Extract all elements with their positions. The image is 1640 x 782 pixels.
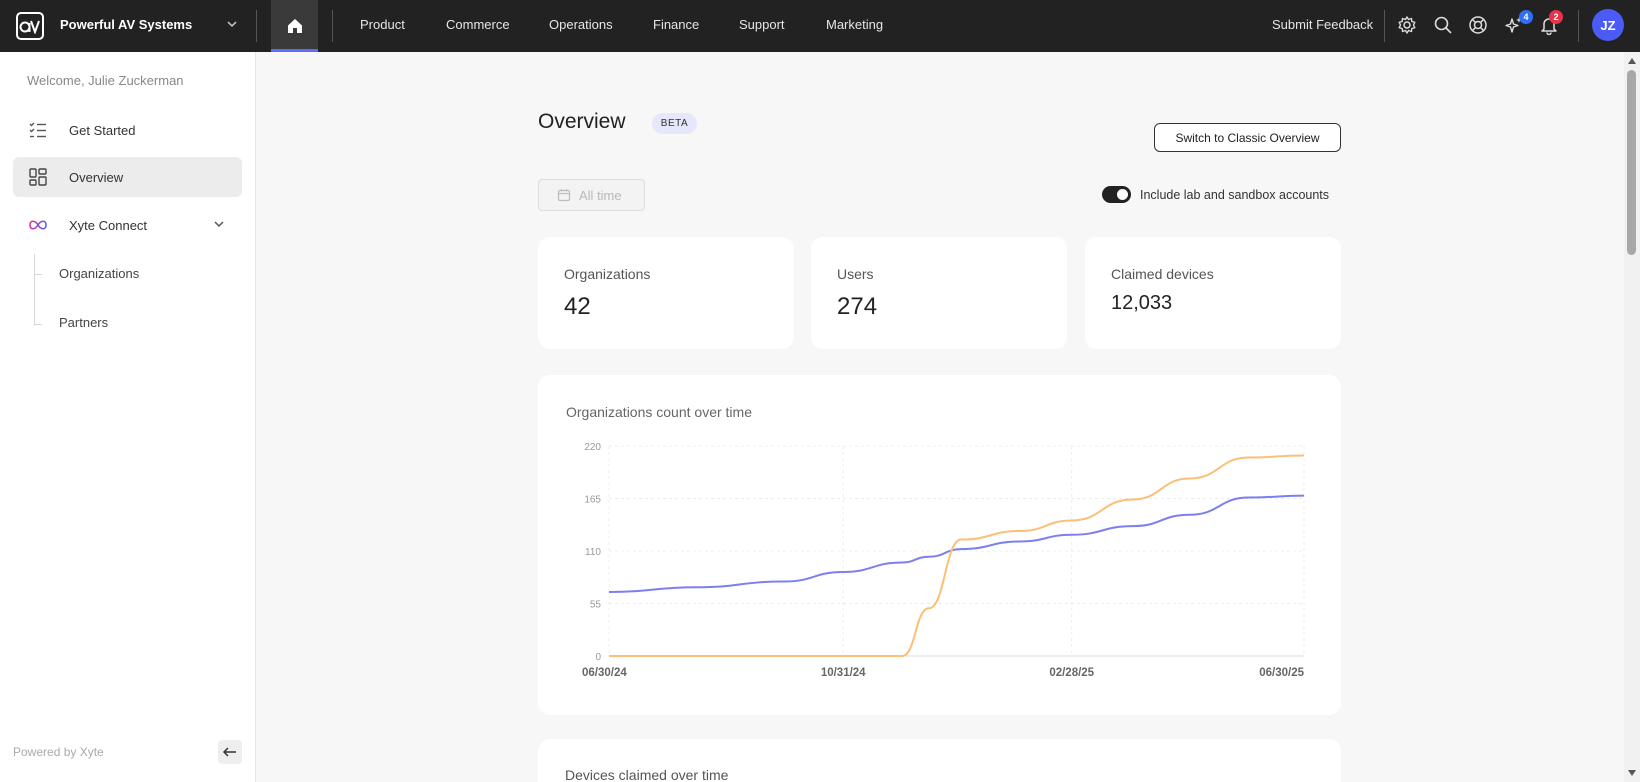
scroll-up-arrow[interactable] (1628, 58, 1636, 64)
y-tick-label: 220 (584, 442, 601, 453)
nav-product[interactable]: Product (360, 17, 405, 32)
stat-title: Organizations (564, 266, 651, 282)
nav-finance[interactable]: Finance (653, 17, 699, 32)
avatar[interactable]: JZ (1592, 9, 1624, 41)
toggle-label: Include lab and sandbox accounts (1140, 188, 1330, 202)
tree-connector (34, 324, 42, 325)
collapse-sidebar-button[interactable] (218, 740, 242, 764)
stat-card-users: Users 274 (811, 237, 1067, 349)
stat-card-claimed-devices: Claimed devices 12,033 (1085, 237, 1341, 349)
card-title: Devices claimed over time (565, 767, 729, 782)
stat-value: 12,033 (1111, 292, 1173, 314)
gear-icon[interactable] (1396, 14, 1418, 36)
search-icon[interactable] (1432, 14, 1454, 36)
home-icon (287, 19, 302, 33)
sidebar-subitem-organizations[interactable]: Organizations (59, 266, 139, 281)
ai-badge: 4 (1519, 10, 1533, 24)
series-line-0 (608, 494, 1305, 594)
y-tick-label: 55 (590, 600, 602, 611)
sidebar-item-label: Overview (69, 169, 124, 185)
stat-value: 274 (837, 293, 878, 320)
y-tick-label: 110 (585, 547, 601, 558)
dashboard-icon (27, 166, 49, 188)
sidebar-subitem-partners[interactable]: Partners (59, 315, 108, 330)
x-tick-label: 06/30/24 (582, 667, 627, 679)
checklist-icon (27, 119, 49, 141)
lifebuoy-icon[interactable] (1467, 14, 1489, 36)
devices-claimed-card: Devices claimed over time (538, 739, 1341, 782)
stat-title: Users (837, 266, 874, 282)
date-filter-label: All time (579, 187, 622, 203)
chevron-down-icon[interactable] (212, 217, 226, 236)
divider (256, 10, 257, 42)
divider (1578, 10, 1579, 42)
sidebar-item-label: Get Started (69, 122, 136, 138)
nav-marketing[interactable]: Marketing (826, 17, 883, 32)
nav-operations[interactable]: Operations (549, 17, 613, 32)
page-title: Overview (538, 110, 626, 133)
top-navbar: Powerful AV Systems Product Commerce Ope… (0, 0, 1640, 52)
sidebar-item-get-started[interactable]: Get Started (13, 110, 242, 150)
tree-line (34, 254, 35, 326)
notification-badge: 2 (1549, 10, 1563, 24)
org-count-chart: 0 55 110 165 220 06/30/24 10/31/24 02/28/25 06/3… (582, 442, 1305, 679)
sidebar-item-xyte-connect[interactable]: Xyte Connect (13, 205, 242, 245)
x-tick-label: 10/31/24 (821, 667, 866, 679)
tree-connector (34, 274, 42, 275)
submit-feedback-link[interactable]: Submit Feedback (1272, 17, 1373, 32)
date-filter[interactable]: All time (538, 179, 645, 211)
powered-by: Powered by Xyte (13, 745, 104, 759)
stat-title: Claimed devices (1111, 266, 1214, 282)
nav-commerce[interactable]: Commerce (446, 17, 510, 32)
nav-support[interactable]: Support (739, 17, 785, 32)
calendar-icon (557, 189, 571, 202)
logo-mark (19, 20, 40, 34)
home-tab[interactable] (271, 0, 318, 52)
lab-sandbox-toggle[interactable] (1102, 186, 1131, 203)
stat-card-organizations: Organizations 42 (538, 237, 794, 349)
org-count-chart-card: Organizations count over time 0 55 110 165 2… (538, 375, 1341, 715)
sidebar-item-overview[interactable]: Overview (13, 157, 242, 197)
welcome-text: Welcome, Julie Zuckerman (27, 73, 184, 88)
av-logo[interactable] (16, 12, 44, 40)
scrollbar-thumb[interactable] (1627, 70, 1636, 255)
chevron-down-icon[interactable] (224, 16, 240, 37)
y-tick-label: 165 (584, 495, 601, 506)
arrow-left-icon (222, 747, 236, 757)
org-name[interactable]: Powerful AV Systems (60, 17, 192, 32)
divider (332, 10, 333, 42)
scroll-down-arrow[interactable] (1628, 770, 1636, 776)
switch-classic-button[interactable]: Switch to Classic Overview (1154, 123, 1341, 152)
series-line-1 (609, 454, 1305, 657)
stat-value: 42 (564, 293, 591, 320)
sidebar-item-label: Xyte Connect (69, 217, 148, 233)
x-tick-label: 06/30/25 (1259, 667, 1304, 679)
beta-badge: BETA (652, 113, 697, 134)
x-tick-label: 02/28/25 (1049, 667, 1094, 679)
y-tick-label: 0 (595, 652, 601, 663)
infinity-icon (27, 214, 49, 236)
divider (1384, 10, 1385, 42)
sidebar: Welcome, Julie Zuckerman Get Started Ove… (0, 52, 256, 782)
